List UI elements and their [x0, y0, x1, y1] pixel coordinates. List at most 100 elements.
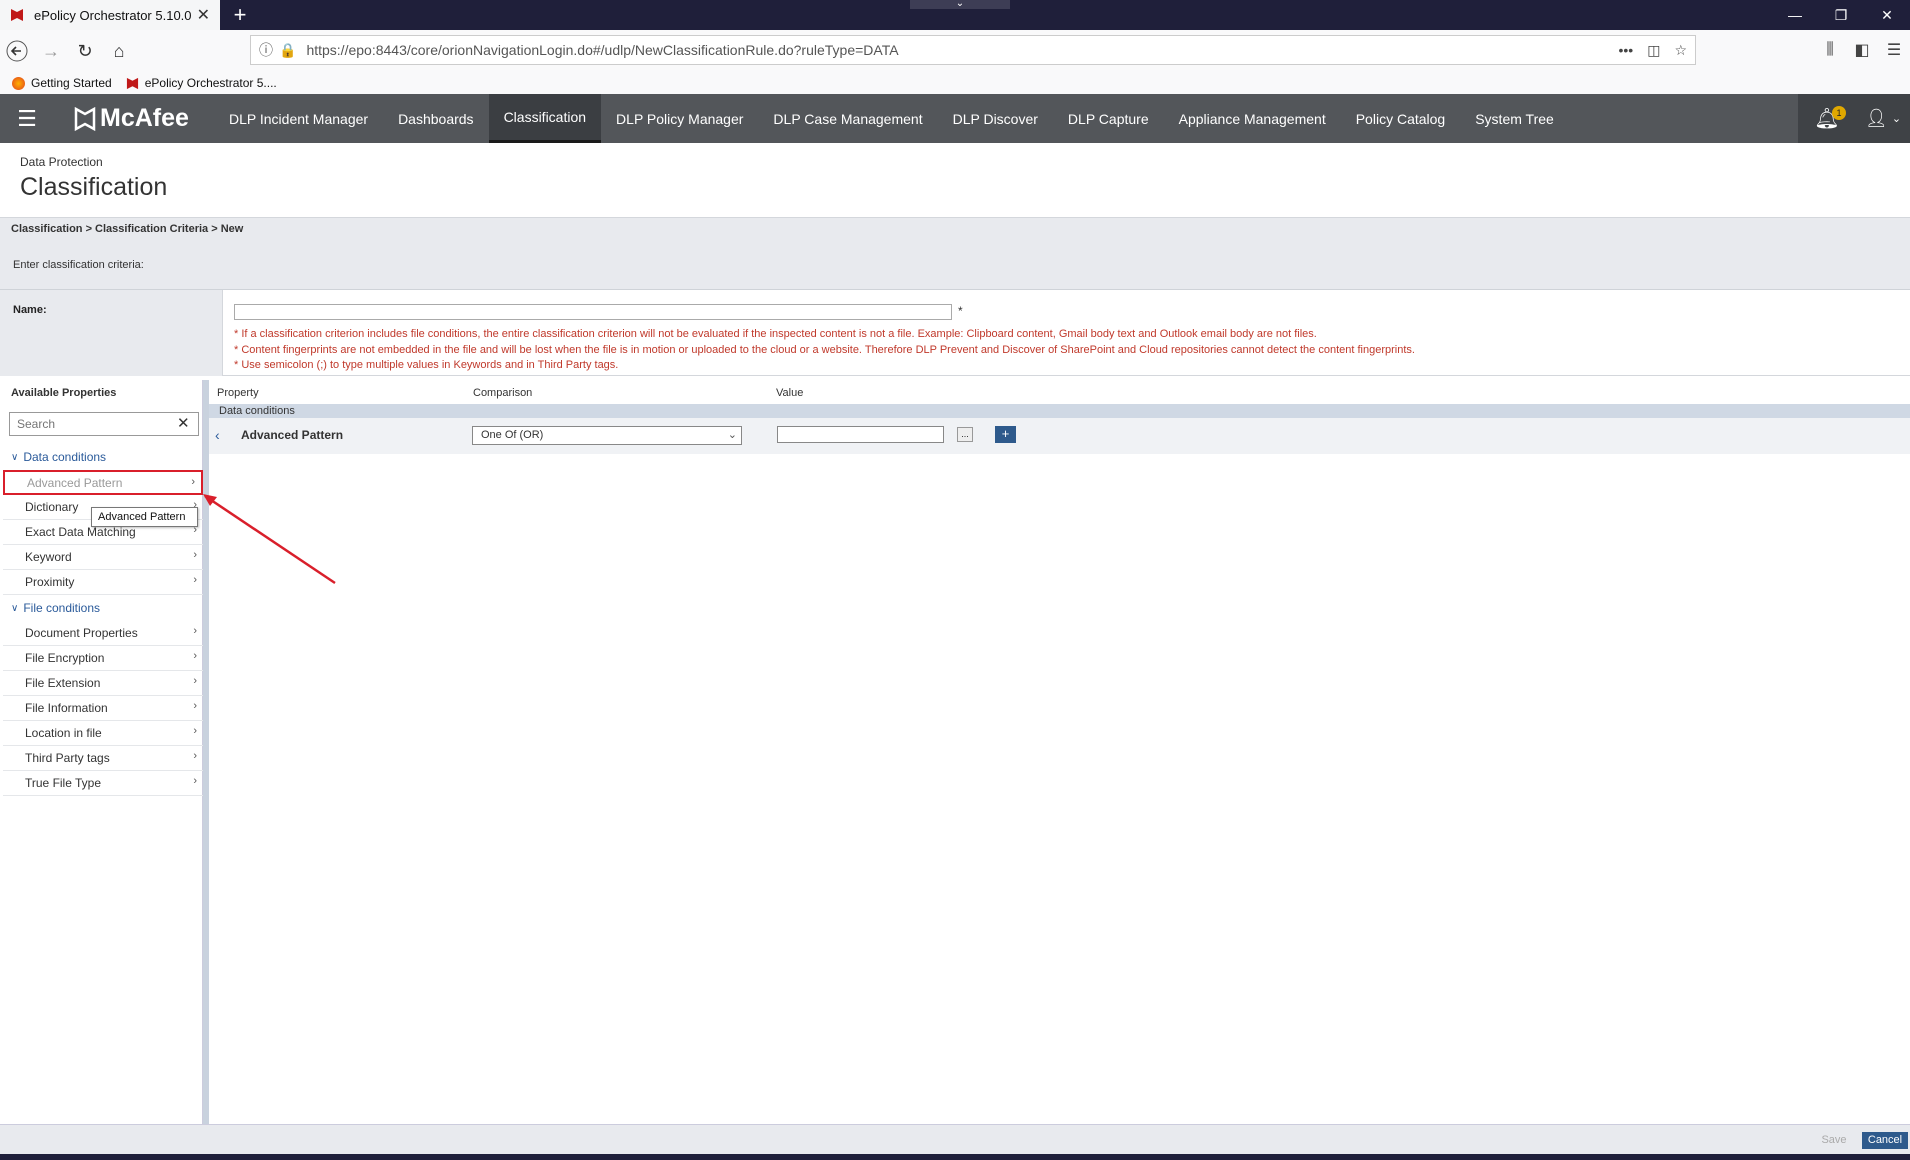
save-button[interactable]: Save: [1814, 1132, 1854, 1148]
panel-title: Available Properties: [11, 387, 117, 399]
firefox-icon: [12, 76, 25, 90]
bookmarks-bar: Getting Started ePolicy Orchestrator 5..…: [0, 72, 1910, 94]
chevron-right-icon: ›: [191, 476, 195, 488]
sidebar-icon[interactable]: ◧: [1846, 35, 1878, 65]
menu-classification[interactable]: Classification: [488, 94, 602, 143]
group-data-conditions[interactable]: ∨ Data conditions: [3, 444, 203, 470]
home-button[interactable]: ⌂: [102, 34, 136, 68]
tooltip: Advanced Pattern: [91, 507, 198, 527]
condition-row: ‹ Advanced Pattern One Of (OR) ⌄ ... +: [209, 418, 1910, 454]
note-file-conditions: * If a classification criterion includes…: [234, 328, 1317, 340]
breadcrumb: Classification > Classification Criteria…: [0, 217, 1910, 241]
user-icon: 👤︎: [1864, 108, 1888, 128]
chevron-right-icon: ›: [193, 675, 197, 687]
notification-badge: 1: [1832, 106, 1846, 120]
page-subtitle: Data Protection: [20, 155, 103, 169]
property-file-information[interactable]: File Information ›: [3, 696, 203, 721]
property-location-in-file[interactable]: Location in file ›: [3, 721, 203, 746]
property-advanced-pattern[interactable]: Advanced Pattern ›: [3, 470, 203, 495]
annotation-arrow-icon: [203, 494, 336, 585]
mcafee-shield-icon: [74, 106, 96, 131]
property-true-file-type[interactable]: True File Type ›: [3, 771, 203, 796]
pocket-icon[interactable]: ◫: [1647, 42, 1660, 59]
search-input[interactable]: [9, 412, 199, 436]
address-bar[interactable]: ⓘ 🔒 https://epo:8443/core/orionNavigatio…: [250, 35, 1696, 65]
close-tab-icon[interactable]: ✕: [197, 5, 210, 25]
available-properties-panel: Available Properties ✕ ∨ Data conditions…: [3, 380, 203, 1124]
bookmark-getting-started[interactable]: Getting Started: [12, 76, 112, 90]
menu-dashboards[interactable]: Dashboards: [383, 94, 489, 143]
instruction-text: Enter classification criteria:: [0, 241, 1910, 290]
clear-search-icon[interactable]: ✕: [177, 414, 190, 432]
condition-property: Advanced Pattern: [241, 428, 344, 442]
back-button[interactable]: [0, 34, 34, 68]
conditions-grid: Property Comparison Value Data condition…: [209, 380, 1910, 1124]
chevron-down-icon: ⌄: [1891, 113, 1902, 125]
info-icon[interactable]: ⓘ: [259, 40, 273, 60]
mcafee-logo[interactable]: McAfee: [54, 94, 214, 143]
name-label: Name:: [0, 290, 223, 376]
hamburger-menu-icon[interactable]: ☰: [0, 94, 54, 143]
bookmark-star-icon[interactable]: ☆: [1674, 42, 1687, 59]
menu-appliance-management[interactable]: Appliance Management: [1164, 94, 1341, 143]
menu-policy-catalog[interactable]: Policy Catalog: [1341, 94, 1461, 143]
chevron-down-icon: ∨: [11, 602, 19, 614]
group-file-conditions[interactable]: ∨ File conditions: [3, 595, 203, 621]
notifications-button[interactable]: 🔔︎ 1: [1798, 94, 1856, 143]
name-row: Name: * * If a classification criterion …: [0, 290, 1910, 376]
add-value-button[interactable]: +: [995, 426, 1016, 443]
property-document-properties[interactable]: Document Properties ›: [3, 621, 203, 646]
chevron-right-icon: ›: [193, 750, 197, 762]
chevron-down-icon[interactable]: ⌄: [910, 0, 1010, 9]
property-file-extension[interactable]: File Extension ›: [3, 671, 203, 696]
close-window-button[interactable]: ✕: [1864, 0, 1910, 30]
section-data-conditions: Data conditions: [209, 404, 1910, 418]
menu-dlp-capture[interactable]: DLP Capture: [1053, 94, 1164, 143]
menu-dlp-discover[interactable]: DLP Discover: [938, 94, 1053, 143]
lock-warning-icon[interactable]: 🔒: [279, 42, 296, 59]
minimize-window-button[interactable]: —: [1772, 0, 1818, 30]
menu-dlp-incident-manager[interactable]: DLP Incident Manager: [214, 94, 383, 143]
library-icon[interactable]: ⫼: [1814, 35, 1846, 65]
chevron-left-icon[interactable]: ‹: [215, 427, 220, 443]
chevron-right-icon: ›: [193, 725, 197, 737]
chevron-down-icon: ⌄: [727, 429, 737, 441]
grid-header: Property Comparison Value: [209, 380, 1910, 404]
tab-title: ePolicy Orchestrator 5.10.0: [34, 7, 192, 23]
menu-system-tree[interactable]: System Tree: [1460, 94, 1569, 143]
menu-dlp-policy-manager[interactable]: DLP Policy Manager: [601, 94, 758, 143]
mcafee-favicon-icon: [126, 77, 138, 89]
back-arrow-icon: [6, 40, 28, 62]
forward-button[interactable]: →: [34, 34, 68, 68]
chevron-right-icon: ›: [193, 625, 197, 637]
menu-dlp-case-management[interactable]: DLP Case Management: [758, 94, 937, 143]
restore-window-button[interactable]: ❐: [1818, 0, 1864, 30]
user-menu-button[interactable]: 👤︎ ⌄: [1856, 94, 1910, 143]
required-mark: *: [958, 304, 963, 318]
browser-navbar: → ↻ ⌂ ⓘ 🔒 https://epo:8443/core/orionNav…: [0, 30, 1910, 72]
value-input[interactable]: [777, 426, 944, 443]
notes: * If a classification criterion includes…: [234, 327, 1415, 374]
app-header: ☰ McAfee DLP Incident Manager Dashboards…: [0, 94, 1910, 143]
cancel-button[interactable]: Cancel: [1862, 1132, 1908, 1149]
browse-button[interactable]: ...: [957, 427, 973, 442]
property-file-encryption[interactable]: File Encryption ›: [3, 646, 203, 671]
property-third-party-tags[interactable]: Third Party tags ›: [3, 746, 203, 771]
more-actions-icon[interactable]: •••: [1618, 42, 1633, 58]
reload-button[interactable]: ↻: [68, 34, 102, 68]
header-comparison: Comparison: [473, 387, 533, 399]
browser-tab[interactable]: ePolicy Orchestrator 5.10.0 ✕: [0, 0, 220, 30]
note-fingerprints: * Content fingerprints are not embedded …: [234, 343, 1415, 356]
menu-icon[interactable]: ☰: [1878, 35, 1910, 65]
properties-tree: ∨ Data conditions Advanced Pattern › Dic…: [3, 444, 203, 796]
name-field[interactable]: [234, 304, 952, 320]
header-value: Value: [776, 387, 804, 399]
property-proximity[interactable]: Proximity ›: [3, 570, 203, 595]
chevron-right-icon: ›: [193, 700, 197, 712]
property-keyword[interactable]: Keyword ›: [3, 545, 203, 570]
note-semicolon: * Use semicolon (;) to type multiple val…: [234, 359, 619, 371]
comparison-select[interactable]: One Of (OR) ⌄: [472, 426, 742, 445]
bookmark-epo[interactable]: ePolicy Orchestrator 5....: [126, 76, 277, 90]
new-tab-button[interactable]: +: [220, 0, 260, 30]
url-text[interactable]: https://epo:8443/core/orionNavigationLog…: [306, 42, 1604, 58]
